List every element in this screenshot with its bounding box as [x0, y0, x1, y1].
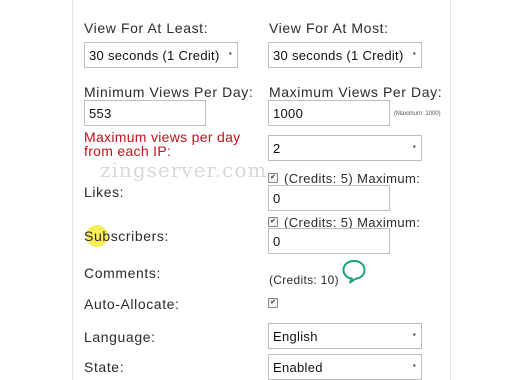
chat-bubble-icon	[342, 260, 366, 284]
subscribers-maximum-input[interactable]: 0	[268, 228, 390, 254]
likes-maximum-input[interactable]: 0	[268, 185, 390, 211]
auto-allocate-checkbox[interactable]: ✔	[268, 298, 278, 308]
view-at-least-select[interactable]: 30 seconds (1 Credit) ▪	[84, 42, 238, 68]
max-views-per-day-input[interactable]: 1000	[268, 100, 390, 126]
comments-label: Comments:	[84, 265, 161, 281]
language-label: Language:	[84, 329, 156, 345]
view-at-most-value: 30 seconds (1 Credit)	[273, 48, 404, 63]
state-label: State:	[84, 359, 125, 375]
comments-credits-text: (Credits: 10)	[269, 273, 339, 287]
checkmark-icon: ✔	[270, 299, 276, 306]
language-value: English	[273, 329, 318, 344]
max-views-per-ip-select[interactable]: 2 ▪	[268, 135, 422, 161]
state-value: Enabled	[273, 360, 323, 375]
dropdown-arrow-icon: ▪	[412, 142, 416, 151]
dropdown-arrow-icon: ▪	[412, 49, 416, 58]
subscribers-checkbox[interactable]: ✔	[268, 217, 278, 227]
state-select[interactable]: Enabled ▪	[268, 354, 422, 380]
view-at-most-label: View For At Most:	[269, 20, 389, 36]
max-views-per-ip-label: Maximum views per day from each IP:	[84, 129, 241, 159]
checkmark-icon: ✔	[270, 218, 276, 225]
dropdown-arrow-icon: ▪	[412, 330, 416, 339]
max-views-per-ip-value: 2	[273, 141, 281, 156]
likes-label: Likes:	[84, 184, 125, 200]
likes-credits-text: (Credits: 5) Maximum:	[284, 171, 421, 186]
dropdown-arrow-icon: ▪	[412, 361, 416, 370]
max-views-per-day-label: Maximum Views Per Day:	[269, 84, 443, 100]
page: View For At Least: View For At Most: 30 …	[0, 0, 518, 380]
auto-allocate-label: Auto-Allocate:	[84, 296, 180, 312]
language-select[interactable]: English ▪	[268, 323, 422, 349]
watermark-text: zingserver.com	[100, 158, 268, 182]
view-at-most-select[interactable]: 30 seconds (1 Credit) ▪	[268, 42, 422, 68]
likes-checkbox[interactable]: ✔	[268, 173, 278, 183]
checkmark-icon: ✔	[270, 174, 276, 181]
max-views-per-day-note: (Maximum: 1000)	[394, 111, 441, 117]
min-views-per-day-label: Minimum Views Per Day:	[84, 84, 254, 100]
view-at-least-value: 30 seconds (1 Credit)	[89, 48, 220, 63]
view-at-least-label: View For At Least:	[84, 20, 209, 36]
dropdown-arrow-icon: ▪	[228, 49, 232, 58]
min-views-per-day-input[interactable]: 553	[84, 100, 206, 126]
subscribers-label: Subscribers:	[84, 228, 170, 244]
